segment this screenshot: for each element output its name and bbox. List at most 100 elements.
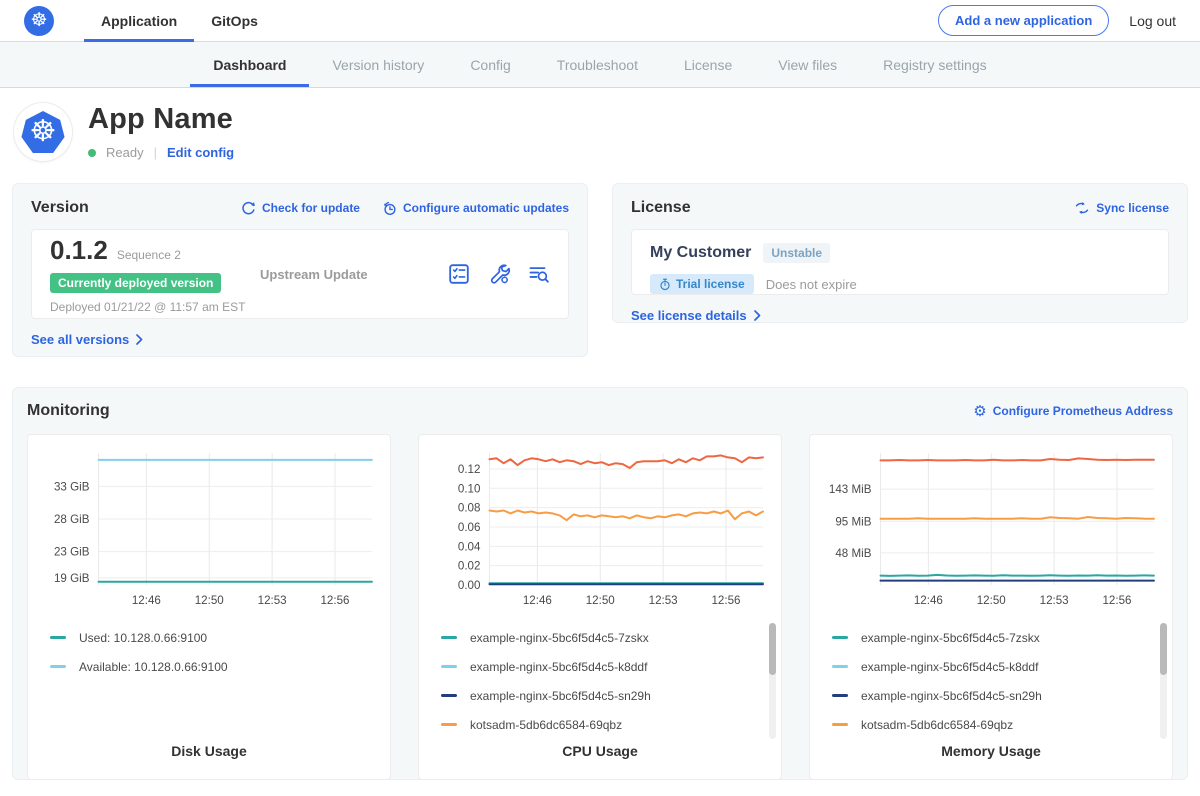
svg-text:28 GiB: 28 GiB — [54, 514, 90, 526]
configure-automatic-updates-button[interactable]: Configure automatic updates — [382, 201, 569, 216]
svg-text:12:46: 12:46 — [523, 595, 552, 607]
app-avatar: ☸ — [14, 103, 72, 161]
app-subnav: DashboardVersion historyConfigTroublesho… — [0, 42, 1200, 88]
legend-swatch — [441, 694, 457, 697]
subnav-tab-config[interactable]: Config — [447, 42, 533, 87]
legend-item: example-nginx-5bc6f5d4c5-7zskx — [832, 623, 1164, 652]
legend-swatch — [832, 636, 848, 639]
see-all-versions-link[interactable]: See all versions — [31, 332, 569, 347]
legend-swatch — [50, 665, 66, 668]
check-for-update-label: Check for update — [262, 201, 360, 215]
svg-text:12:50: 12:50 — [195, 595, 224, 607]
version-card-title: Version — [31, 199, 89, 217]
legend-label: example-nginx-5bc6f5d4c5-7zskx — [470, 631, 649, 645]
logout-button[interactable]: Log out — [1129, 13, 1176, 29]
kubernetes-logo-icon[interactable]: ☸ — [24, 6, 54, 36]
page-title: App Name — [88, 103, 234, 136]
topnav-tab-label: Application — [101, 13, 177, 29]
legend-scrollbar[interactable] — [1160, 623, 1167, 739]
legend-item: example-nginx-5bc6f5d4c5-7zskx — [441, 623, 773, 652]
version-source: Upstream Update — [260, 267, 368, 282]
see-license-details-label: See license details — [631, 308, 747, 323]
svg-text:48 MiB: 48 MiB — [835, 548, 871, 560]
legend-item: Used: 10.128.0.66:9100 — [50, 623, 382, 652]
legend-swatch — [441, 665, 457, 668]
topnav-tab-gitops[interactable]: GitOps — [194, 0, 275, 42]
cpu-usage-panel: 12:4612:5012:5312:560.120.100.080.060.04… — [418, 434, 782, 780]
legend-item: kotsadm-5db6dc6584-69qbz — [441, 710, 773, 739]
svg-text:12:56: 12:56 — [320, 595, 349, 607]
topnav-tab-label: GitOps — [211, 13, 258, 29]
legend-scrollbar[interactable] — [769, 623, 776, 739]
legend-label: Used: 10.128.0.66:9100 — [79, 631, 207, 645]
legend-swatch — [441, 723, 457, 726]
svg-text:0.08: 0.08 — [458, 503, 481, 515]
svg-text:12:46: 12:46 — [132, 595, 161, 607]
legend-item: Available: 10.128.0.66:9100 — [50, 652, 382, 681]
status-text: Ready — [106, 145, 144, 160]
cpu-usage-legend: example-nginx-5bc6f5d4c5-7zskx example-ng… — [427, 623, 773, 739]
scrollbar-thumb[interactable] — [769, 623, 776, 675]
subnav-tab-registry-settings[interactable]: Registry settings — [860, 42, 1009, 87]
deploy-logs-icon[interactable] — [528, 263, 550, 285]
see-license-details-link[interactable]: See license details — [631, 308, 1169, 323]
check-for-update-button[interactable]: Check for update — [241, 201, 360, 216]
status-dot — [88, 149, 96, 157]
svg-text:0.02: 0.02 — [458, 561, 481, 573]
version-sequence: Sequence 2 — [117, 248, 181, 262]
subnav-tab-troubleshoot[interactable]: Troubleshoot — [534, 42, 661, 87]
divider: | — [154, 145, 157, 160]
add-new-application-button[interactable]: Add a new application — [938, 5, 1109, 36]
svg-text:12:46: 12:46 — [914, 595, 943, 607]
see-all-versions-label: See all versions — [31, 332, 129, 347]
license-type-label: Trial license — [676, 277, 745, 291]
sync-license-button[interactable]: Sync license — [1074, 201, 1169, 215]
legend-swatch — [441, 636, 457, 639]
legend-label: kotsadm-5db6dc6584-69qbz — [470, 718, 622, 732]
legend-swatch — [832, 723, 848, 726]
chart-title: CPU Usage — [427, 743, 773, 773]
svg-text:12:56: 12:56 — [711, 595, 740, 607]
monitoring-title: Monitoring — [27, 402, 110, 420]
chart-title: Memory Usage — [818, 743, 1164, 773]
legend-item: example-nginx-5bc6f5d4c5-sn29h — [832, 681, 1164, 710]
monitoring-section: Monitoring ⚙ Configure Prometheus Addres… — [12, 387, 1188, 780]
license-type-badge: Trial license — [650, 274, 754, 294]
edit-config-link[interactable]: Edit config — [167, 145, 234, 160]
license-expiry: Does not expire — [766, 277, 857, 292]
subnav-tab-dashboard[interactable]: Dashboard — [190, 42, 309, 87]
sync-icon — [1074, 201, 1090, 215]
legend-label: kotsadm-5db6dc6584-69qbz — [861, 718, 1013, 732]
svg-text:0.04: 0.04 — [458, 541, 481, 553]
legend-label: example-nginx-5bc6f5d4c5-k8ddf — [861, 660, 1038, 674]
legend-item: example-nginx-5bc6f5d4c5-k8ddf — [832, 652, 1164, 681]
legend-item: example-nginx-5bc6f5d4c5-k8ddf — [441, 652, 773, 681]
configure-automatic-updates-label: Configure automatic updates — [403, 201, 569, 215]
subnav-tab-version-history[interactable]: Version history — [309, 42, 447, 87]
legend-label: example-nginx-5bc6f5d4c5-k8ddf — [470, 660, 647, 674]
legend-label: Available: 10.128.0.66:9100 — [79, 660, 228, 674]
subnav-tab-view-files[interactable]: View files — [755, 42, 860, 87]
svg-text:12:56: 12:56 — [1102, 595, 1131, 607]
configure-prometheus-button[interactable]: ⚙ Configure Prometheus Address — [973, 404, 1173, 419]
refresh-icon — [241, 201, 256, 216]
svg-text:12:50: 12:50 — [586, 595, 615, 607]
svg-text:0.00: 0.00 — [458, 580, 481, 592]
disk-usage-chart: 12:4612:5012:5312:5633 GiB28 GiB23 GiB19… — [36, 443, 382, 615]
license-card: License Sync license My Customer Unstabl… — [612, 183, 1188, 323]
subnav-tab-license[interactable]: License — [661, 42, 755, 87]
chart-title: Disk Usage — [36, 743, 382, 773]
scrollbar-thumb[interactable] — [1160, 623, 1167, 675]
chevron-right-icon — [136, 334, 143, 345]
preflight-checks-icon[interactable] — [448, 263, 470, 285]
legend-label: example-nginx-5bc6f5d4c5-7zskx — [861, 631, 1040, 645]
memory-usage-panel: 12:4612:5012:5312:56143 MiB95 MiB48 MiB … — [809, 434, 1173, 780]
svg-text:0.12: 0.12 — [458, 464, 481, 476]
config-wrench-icon[interactable] — [488, 263, 510, 285]
deployed-badge: Currently deployed version — [50, 273, 221, 293]
version-card: Version Check for update — [12, 183, 588, 357]
svg-text:23 GiB: 23 GiB — [54, 547, 90, 559]
topnav-tab-application[interactable]: Application — [84, 0, 194, 42]
svg-text:12:53: 12:53 — [1040, 595, 1069, 607]
license-card-title: License — [631, 199, 691, 217]
